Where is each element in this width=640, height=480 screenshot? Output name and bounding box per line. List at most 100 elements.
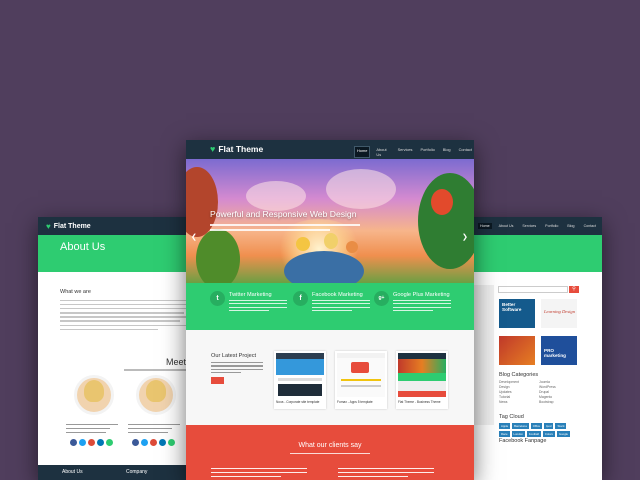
share-icon[interactable] [168,439,175,446]
projects-heading: Our Latest Project [211,353,257,359]
slider-character [324,233,338,249]
project-screenshot [276,353,324,397]
right-nav-menu: Home About Us Services Portfolio Blog Co… [478,223,598,229]
twitter-icon[interactable] [141,439,148,446]
category-link[interactable]: News [499,400,539,405]
ad-banner[interactable]: Learning Design [541,299,577,328]
project-caption: Fornax - Apps 5 template [337,400,373,404]
hero-slider[interactable]: Powerful and Responsive Web Design ❮ ❯ [186,159,474,283]
center-logo[interactable]: ♥ Flat Theme [210,144,263,154]
tag[interactable]: Football [526,431,541,437]
blog-search-input[interactable] [498,286,568,293]
facebook-icon[interactable] [70,439,77,446]
ad-banner[interactable] [499,336,535,365]
heart-icon: ♥ [210,144,216,154]
nav-services[interactable]: Services [396,146,415,158]
feature-text [393,300,451,314]
facebook-icon: f [293,291,308,306]
tag[interactable]: Stock [555,423,567,429]
nav-home[interactable]: Home [354,146,371,158]
projects-nav-buttons[interactable] [211,377,224,384]
tag[interactable]: Ipod [544,423,554,429]
team-avatar [74,375,114,415]
facebook-fanpage-heading: Facebook Fanpage [499,438,547,444]
features-band: t Twitter Marketing f Facebook Marketing… [186,283,474,330]
tag-cloud-heading: Tag Cloud [499,414,524,420]
projects-text [211,362,263,376]
feature-text [312,300,370,314]
center-nav-menu: Home About Us Services Portfolio Blog Co… [354,146,474,158]
feature-title: Google Plus Marketing [393,292,450,298]
linkedin-icon[interactable] [159,439,166,446]
twitter-icon: t [210,291,225,306]
ad-banner[interactable]: PRO marketing [541,336,577,365]
slider-caption-subline [210,229,330,231]
team-avatar [136,375,176,415]
nav-blog[interactable]: Blog [565,223,576,229]
tag[interactable]: Colors [542,431,555,437]
nav-contact[interactable]: Contact [457,146,474,158]
center-navbar: ♥ Flat Theme Home About Us Services Port… [186,140,474,159]
category-list: Development Joomla Design WordPress Upda… [499,380,579,405]
team-member-bio [66,424,118,435]
tag[interactable]: Barcelona [512,423,529,429]
tag[interactable]: Apple [499,423,511,429]
footer-company-heading: Company [126,469,148,475]
nav-portfolio[interactable]: Portfolio [419,146,437,158]
testimonial-quote [211,468,307,479]
team-social-icons[interactable] [132,439,175,446]
nav-home[interactable]: Home [478,223,492,229]
project-screenshot [398,353,446,397]
left-logo-text: Flat Theme [53,222,91,230]
left-logo[interactable]: ♥ Flat Theme [46,222,91,231]
slider-plant [431,189,453,215]
tag[interactable]: Race [499,431,510,437]
home-page-preview: ♥ Flat Theme Home About Us Services Port… [186,140,474,480]
slider-caption-subline [210,224,360,226]
chevron-right-icon[interactable]: ❯ [462,233,468,241]
project-card[interactable]: Nova - Corporate site template [274,351,326,409]
google-plus-icon[interactable] [88,439,95,446]
ad-label: PRO marketing [544,348,566,358]
testimonials-section: What our clients say [186,425,474,480]
nav-services[interactable]: Services [520,223,538,229]
feature-title: Facebook Marketing [312,292,363,298]
ad-label: Better Software [502,302,522,312]
tag[interactable]: Office [530,423,543,429]
slider-character [296,237,310,251]
google-plus-icon[interactable] [150,439,157,446]
twitter-icon[interactable] [79,439,86,446]
nav-portfolio[interactable]: Portfolio [543,223,560,229]
slider-cloud [326,169,396,209]
tag[interactable]: London [511,431,525,437]
heart-icon: ♥ [46,221,51,231]
tag[interactable]: Google [556,431,570,437]
feature-text [229,300,287,314]
project-card[interactable]: Flat Theme - Business Theme [396,351,448,409]
chevron-left-icon[interactable]: ❮ [191,233,197,241]
ad-label: Learning Design [544,309,576,314]
nav-contact[interactable]: Contact [582,223,598,229]
category-link[interactable]: Bootstrap [539,400,579,405]
nav-about[interactable]: About Us [497,223,516,229]
slider-plant [186,167,218,237]
latest-projects-section: Our Latest Project Nova - Corporate site… [186,330,474,425]
testimonial-quote [338,468,434,479]
blog-categories-heading: Blog Categories [499,372,539,378]
project-card[interactable]: Fornax - Apps 5 template [335,351,387,409]
ad-banner[interactable]: Better Software [499,299,535,328]
nav-blog[interactable]: Blog [441,146,453,158]
share-icon[interactable] [106,439,113,446]
project-caption: Flat Theme - Business Theme [398,400,441,404]
project-caption: Nova - Corporate site template [276,400,320,404]
search-icon[interactable]: ⚲ [569,286,579,293]
facebook-icon[interactable] [132,439,139,446]
linkedin-icon[interactable] [97,439,104,446]
feature-title: Twitter Marketing [229,292,272,298]
tag-cloud: Apple Barcelona Office Ipod Stock Race L… [499,423,579,437]
testimonials-subline [290,453,370,455]
slider-character [346,241,358,253]
nav-about[interactable]: About Us [374,146,391,158]
slider-plant [418,173,474,269]
team-social-icons[interactable] [70,439,113,446]
